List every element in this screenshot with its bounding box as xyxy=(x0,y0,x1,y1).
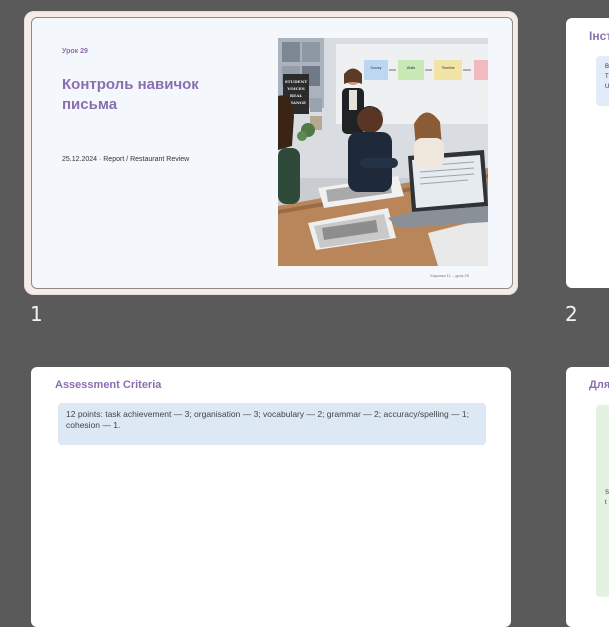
content-line: S xyxy=(605,490,609,496)
slide-title: Контроль навичок письма xyxy=(62,76,199,113)
instruction-line: T xyxy=(605,74,609,80)
slide-thumbnail-1[interactable]: Урок 29 Контроль навичок письма 25.12.20… xyxy=(31,17,513,289)
slide-thumbnail-3[interactable]: Assessment Criteria 12 points: task achi… xyxy=(31,367,511,627)
slide-number-2: 2 xyxy=(565,302,578,326)
classroom-photo: STUDENT VOICES REAL CHANGE Survey Walls … xyxy=(278,38,488,266)
slide-title: Assessment Criteria xyxy=(55,379,162,391)
criteria-box: 12 points: task achievement — 3; organis… xyxy=(58,403,486,445)
content-box xyxy=(596,405,609,597)
slide-thumbnail-4[interactable]: Для S t xyxy=(566,367,609,627)
svg-text:Survey: Survey xyxy=(371,66,382,70)
instruction-line: U xyxy=(605,84,609,90)
slide-title: Для xyxy=(589,379,609,391)
classroom-photo-illustration: STUDENT VOICES REAL CHANGE Survey Walls … xyxy=(278,38,488,266)
svg-text:REAL: REAL xyxy=(290,93,302,98)
svg-text:Walls: Walls xyxy=(407,66,416,70)
slide-meta: 25.12.2024 · Report / Restaurant Review xyxy=(62,156,190,163)
slide-footer: Харкова 11 – урок 29 xyxy=(430,273,469,278)
slide-number-1: 1 xyxy=(30,302,43,326)
slide-thumbnail-2[interactable]: Інструкції B T U xyxy=(566,18,609,288)
content-line: t xyxy=(605,500,607,506)
svg-text:Timeline: Timeline xyxy=(441,66,454,70)
instruction-line: B xyxy=(605,64,609,70)
lesson-kicker: Урок 29 xyxy=(62,48,88,55)
svg-text:VOICES: VOICES xyxy=(286,86,305,91)
slide-title: Інструкції xyxy=(589,29,609,43)
svg-text:STUDENT: STUDENT xyxy=(285,79,308,84)
